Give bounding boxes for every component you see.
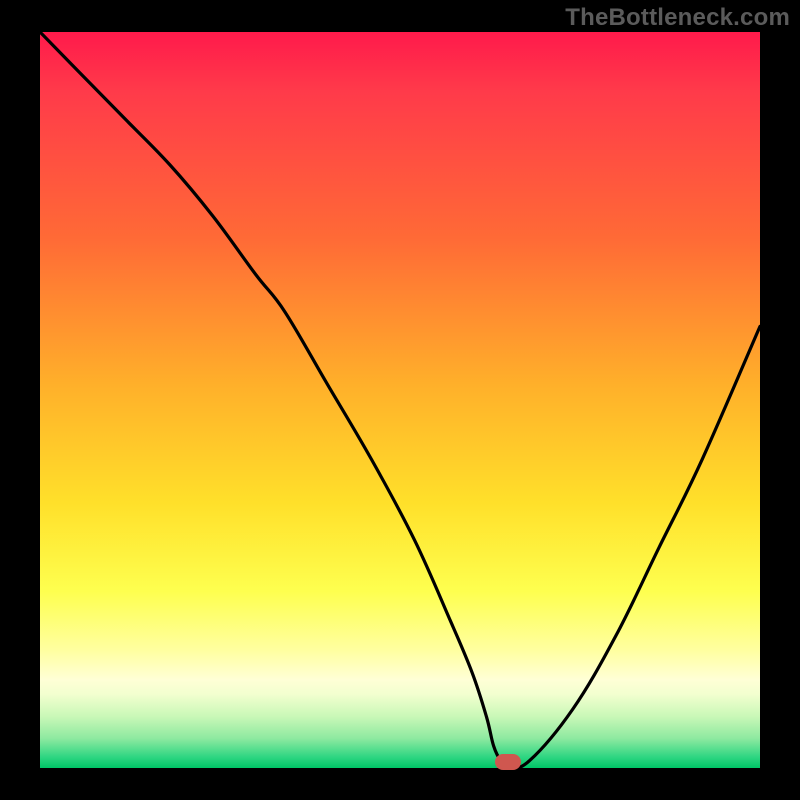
watermark-text: TheBottleneck.com (565, 4, 790, 32)
plot-area (40, 32, 760, 768)
chart-frame: TheBottleneck.com (0, 0, 800, 800)
bottleneck-curve (40, 32, 760, 768)
optimal-point-marker (495, 754, 521, 770)
